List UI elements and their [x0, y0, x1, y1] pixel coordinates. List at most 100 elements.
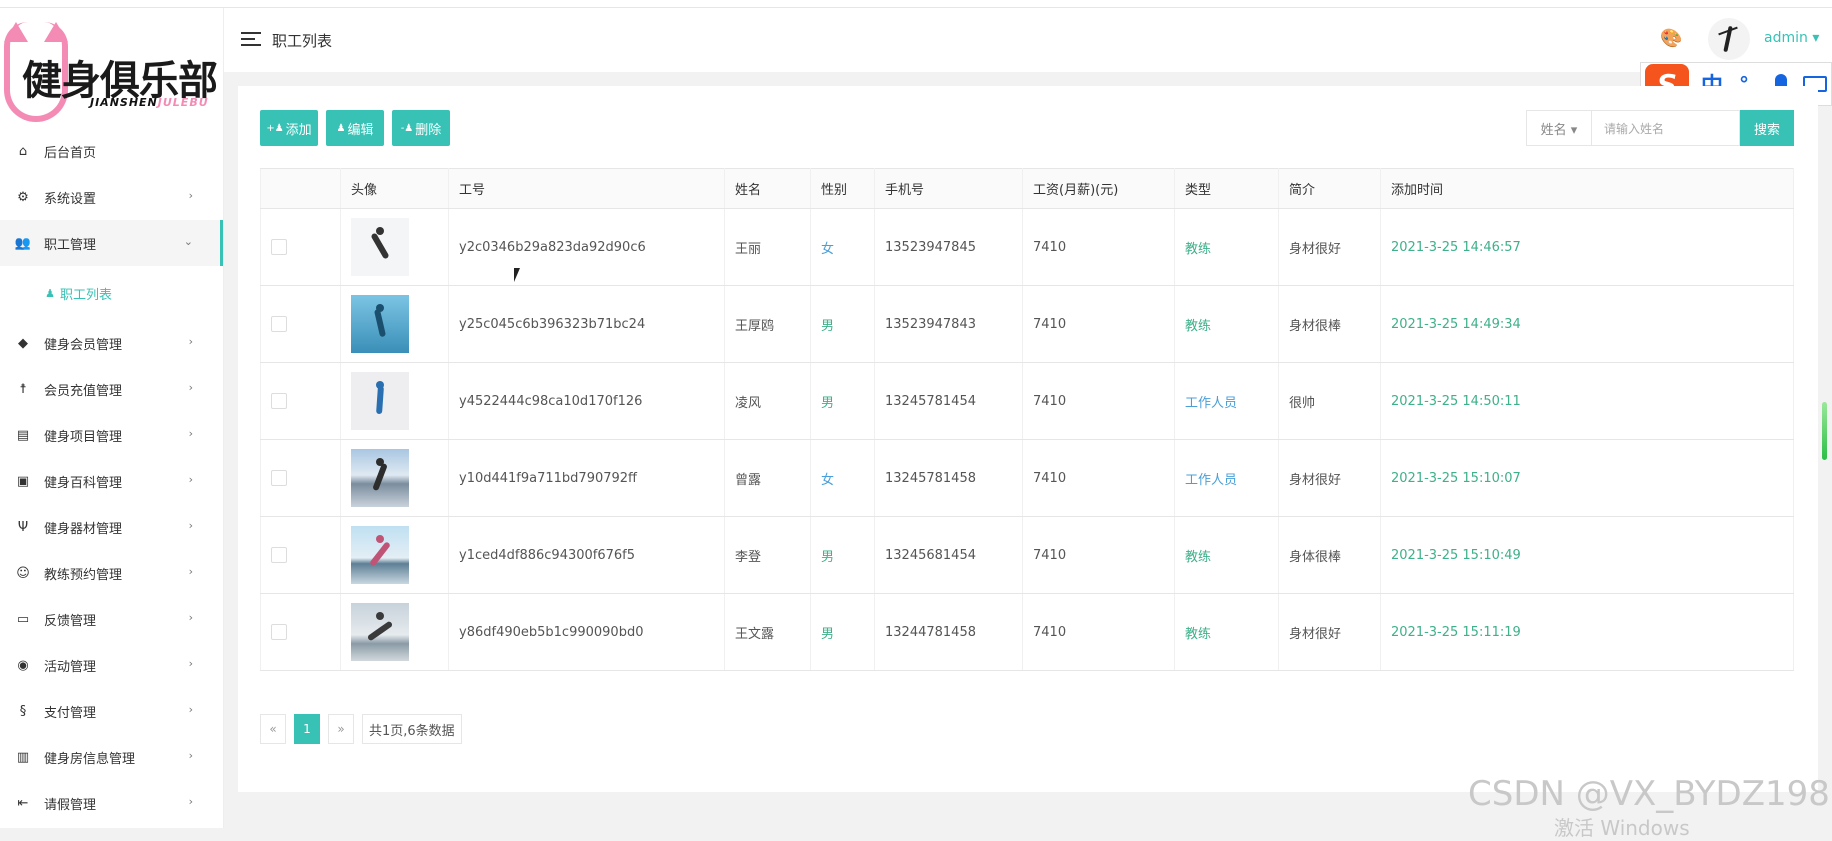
cell-gender: 男	[810, 285, 875, 363]
sidebar-item[interactable]: § 支付管理 ›	[0, 688, 223, 734]
row-checkbox[interactable]	[271, 239, 287, 255]
avatar-cell	[340, 439, 449, 517]
table-row[interactable]: y86df490eb5b1c990090bd0 王文露男 13244781458 74…	[260, 593, 1794, 671]
document-icon: ▤	[16, 427, 30, 443]
table-row[interactable]: y2c0346b29a823da92d90c6 王丽女 13523947845 741…	[260, 208, 1794, 286]
user-icon: ♟	[45, 286, 55, 300]
cell-id: y86df490eb5b1c990090bd0	[448, 593, 725, 671]
sidebar-item-label: 请假管理	[44, 797, 97, 813]
logo: 健身俱乐部 JIANSHENJULEBU	[0, 8, 223, 128]
sidebar-item[interactable]: ◉ 活动管理 ›	[0, 642, 223, 688]
row-checkbox-cell	[260, 593, 341, 671]
cell-time: 2021-3-25 15:11:19	[1380, 593, 1794, 671]
scrollbar[interactable]	[1822, 402, 1827, 460]
menu-toggle-icon[interactable]	[241, 32, 261, 47]
edit-button[interactable]: ♟ 编辑	[326, 110, 384, 146]
chevron-right-icon: ›	[188, 795, 193, 808]
search-button[interactable]: 搜索	[1740, 110, 1794, 146]
watermark: CSDN @VX_BYDZ1988	[1468, 774, 1832, 814]
sidebar-item[interactable]: Ψ 健身器材管理 ›	[0, 504, 223, 550]
building-icon: ▥	[16, 749, 30, 765]
sidebar-item-label: 活动管理	[44, 659, 97, 675]
column-header: 类型	[1174, 168, 1279, 209]
search-input[interactable]: 请输入姓名	[1592, 110, 1740, 146]
sidebar-item[interactable]: ⇤ 请假管理 ›	[0, 780, 223, 826]
row-checkbox[interactable]	[271, 316, 287, 332]
chevron-right-icon: ›	[188, 473, 193, 486]
sidebar-item[interactable]: ☨ 会员充值管理 ›	[0, 366, 223, 412]
cell-time: 2021-3-25 14:50:11	[1380, 362, 1794, 440]
avatar-cell	[340, 516, 449, 594]
sidebar-item-label: 反馈管理	[44, 613, 97, 629]
table-row[interactable]: y4522444c98ca10d170f126 凌风男 13245781454 741…	[260, 362, 1794, 440]
pager-current-page[interactable]: 1	[294, 714, 320, 744]
sidebar: 健身俱乐部 JIANSHENJULEBU ⌂ 后台首页 ⚙ 系统设置 › 👥 职工管理 ⌄ ♟ 职…	[0, 8, 224, 828]
home-icon: ⌂	[18, 143, 28, 159]
column-header: 工资(月薪)(元)	[1022, 168, 1175, 209]
cell-gender: 男	[810, 516, 875, 594]
chevron-right-icon: ›	[188, 703, 193, 716]
avatar-cell	[340, 593, 449, 671]
avatar-thumbnail	[351, 218, 409, 276]
avatar-cell	[340, 208, 449, 286]
edit-icon: ♟	[336, 122, 346, 134]
cell-name: 王丽	[724, 208, 811, 286]
column-header: 工号	[448, 168, 725, 209]
cell-phone: 13245681454	[874, 516, 1023, 594]
cell-name: 王厚鸥	[724, 285, 811, 363]
table-row[interactable]: y10d441f9a711bd790792ff 曾露女 13245781458 741…	[260, 439, 1794, 517]
sidebar-item-label: 后台首页	[44, 145, 97, 161]
cell-name: 曾露	[724, 439, 811, 517]
sidebar-item[interactable]: ▥ 健身房信息管理 ›	[0, 734, 223, 780]
sidebar-item[interactable]: ⌂ 后台首页	[0, 128, 223, 174]
avatar-thumbnail	[351, 449, 409, 507]
pager-total: 共1页,6条数据	[362, 714, 462, 744]
cell-phone: 13245781458	[874, 439, 1023, 517]
avatar[interactable]	[1708, 18, 1750, 60]
cell-phone: 13244781458	[874, 593, 1023, 671]
pager-next[interactable]: »	[328, 714, 354, 744]
cell-gender: 男	[810, 362, 875, 440]
cell-name: 凌风	[724, 362, 811, 440]
sidebar-item-label: 职工列表	[60, 287, 113, 303]
add-button[interactable]: +♟ 添加	[260, 110, 318, 146]
pager-prev[interactable]: «	[260, 714, 286, 744]
avatar-thumbnail	[351, 372, 409, 430]
sidebar-item-label: 职工管理	[44, 237, 97, 253]
sidebar-item[interactable]: ☺ 教练预约管理 ›	[0, 550, 223, 596]
search-bar: 姓名 ▾ 请输入姓名 搜索	[1526, 110, 1794, 146]
breadcrumb: 职工列表	[272, 32, 333, 50]
row-checkbox[interactable]	[271, 393, 287, 409]
sidebar-item[interactable]: ⚙ 系统设置 ›	[0, 174, 223, 220]
sidebar-item[interactable]: ▤ 健身项目管理 ›	[0, 412, 223, 458]
cell-salary: 7410	[1022, 593, 1175, 671]
avatar-thumbnail	[351, 526, 409, 584]
sidebar-item[interactable]: ♟ 职工列表	[0, 266, 223, 320]
cell-type: 工作人员	[1174, 439, 1279, 517]
cell-gender: 女	[810, 439, 875, 517]
row-checkbox[interactable]	[271, 624, 287, 640]
top-border	[0, 0, 1832, 8]
palette-icon[interactable]: 🎨	[1660, 28, 1682, 49]
sidebar-item[interactable]: ▭ 反馈管理 ›	[0, 596, 223, 642]
sidebar-item-label: 教练预约管理	[44, 567, 123, 583]
row-checkbox[interactable]	[271, 470, 287, 486]
search-field-select[interactable]: 姓名 ▾	[1526, 110, 1592, 146]
header: 职工列表 🎨 admin ▾	[224, 8, 1832, 72]
sidebar-item[interactable]: ◆ 健身会员管理 ›	[0, 320, 223, 366]
monitor-icon: ▭	[16, 611, 30, 627]
logo-subtitle: JIANSHENJULEBU	[90, 96, 209, 109]
sidebar-item[interactable]: 👥 职工管理 ⌄	[0, 220, 223, 266]
table-row[interactable]: y25c045c6b396323b71bc24 王厚鸥男 13523947843 74…	[260, 285, 1794, 363]
remove-user-icon: -♟	[400, 122, 414, 134]
cell-phone: 13523947843	[874, 285, 1023, 363]
logo-ear-left	[4, 22, 28, 42]
back-icon: ⇤	[17, 795, 29, 811]
column-header: 简介	[1278, 168, 1381, 209]
delete-button[interactable]: -♟ 删除	[392, 110, 450, 146]
user-menu[interactable]: admin ▾	[1764, 30, 1819, 46]
cell-intro: 身材很好	[1278, 593, 1381, 671]
row-checkbox[interactable]	[271, 547, 287, 563]
table-row[interactable]: y1ced4df886c94300f676f5 李登男 13245681454 741…	[260, 516, 1794, 594]
sidebar-item[interactable]: ▣ 健身百科管理 ›	[0, 458, 223, 504]
